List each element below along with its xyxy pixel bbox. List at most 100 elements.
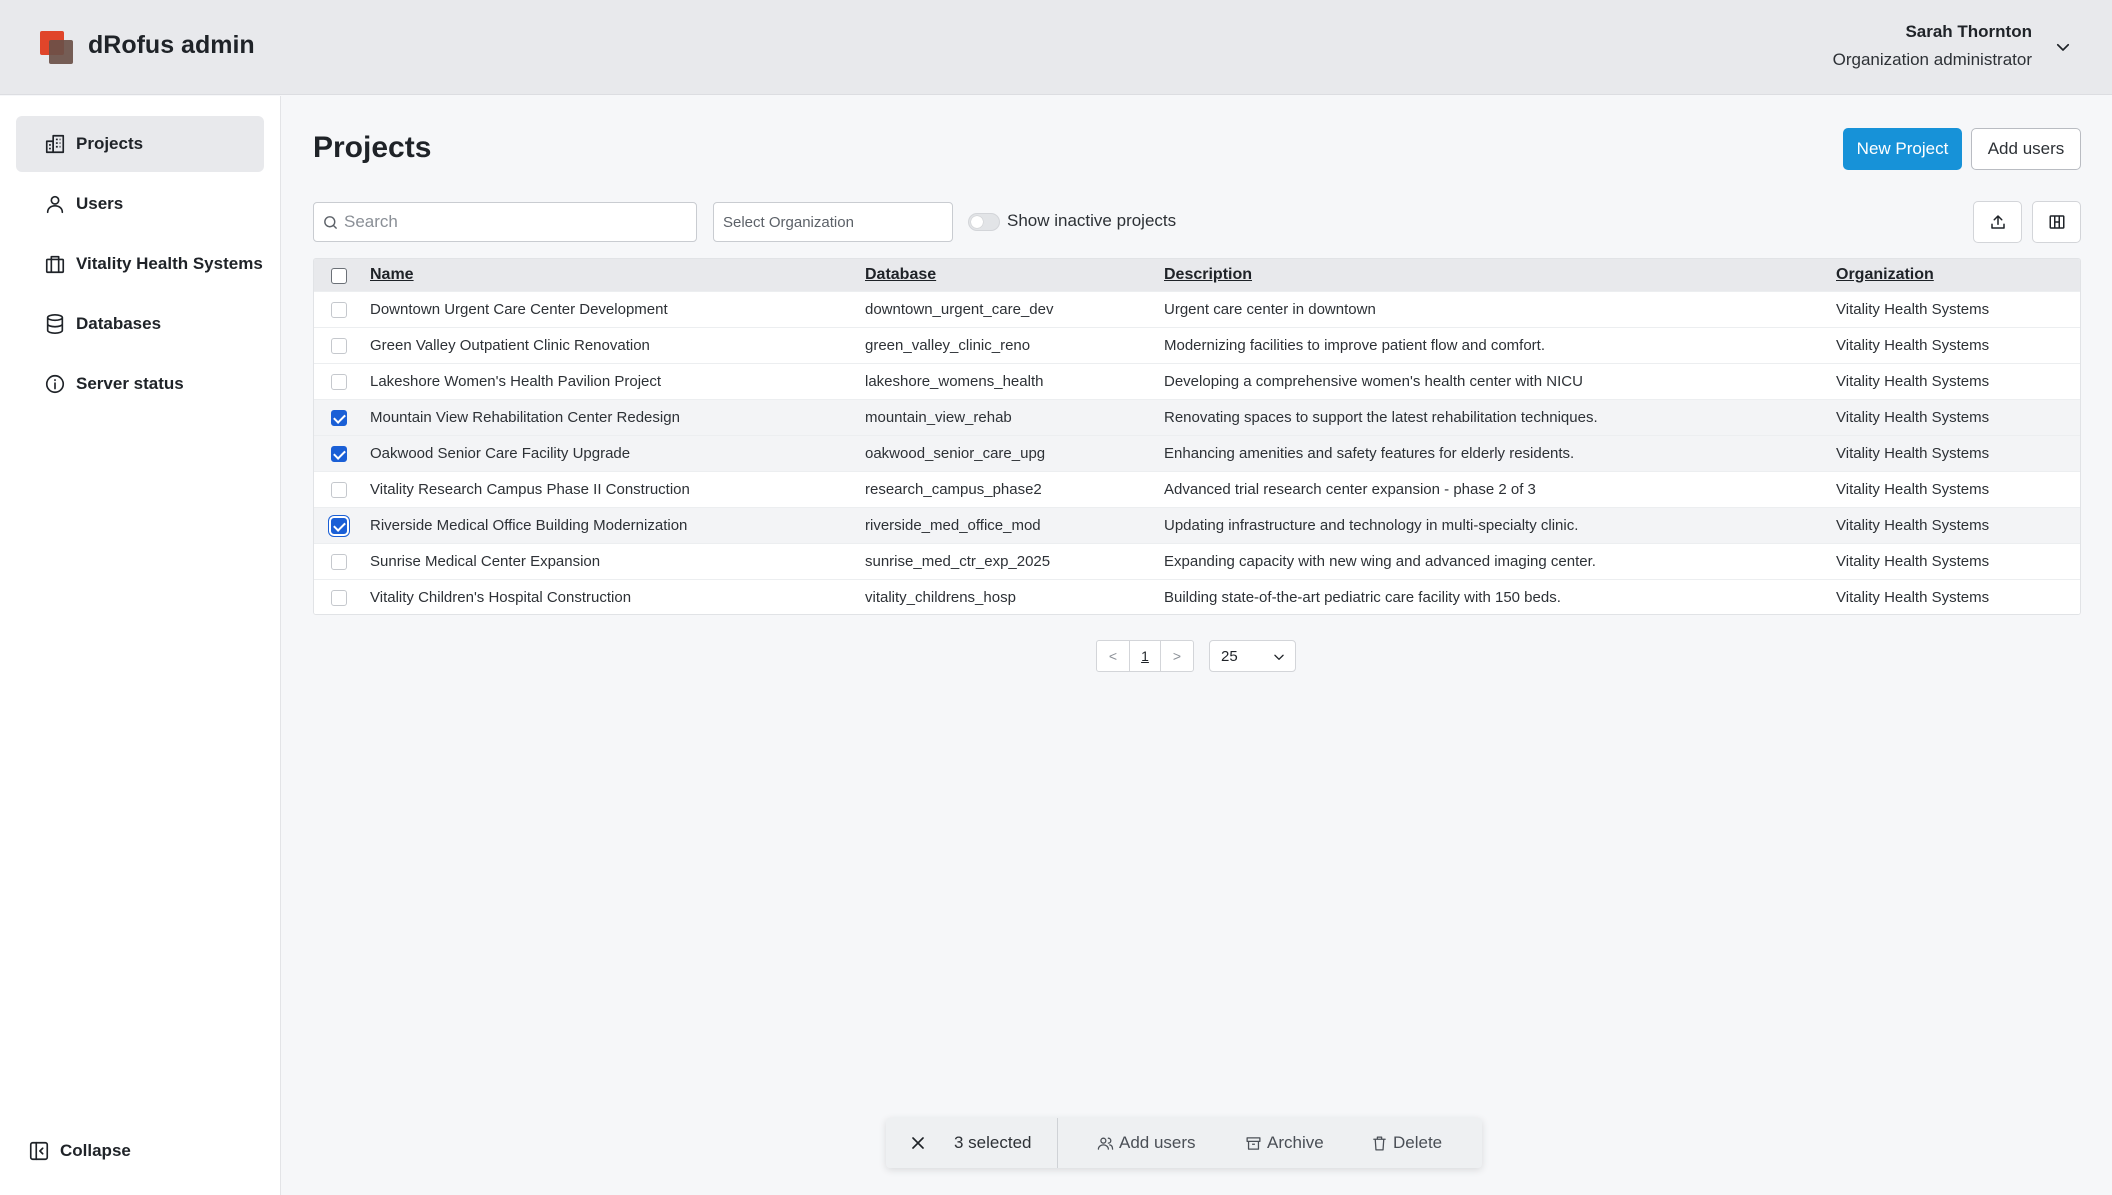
cell-organization: Vitality Health Systems bbox=[1836, 589, 1990, 606]
cell-database: riverside_med_office_mod bbox=[865, 517, 1041, 534]
sidebar-item-label: Databases bbox=[76, 314, 162, 333]
page-number[interactable]: 1 bbox=[1129, 641, 1161, 671]
row-checkbox[interactable] bbox=[331, 554, 347, 570]
cell-organization: Vitality Health Systems bbox=[1836, 337, 1990, 354]
bulk-archive-button[interactable]: Archive bbox=[1245, 1133, 1324, 1153]
add-users-button[interactable]: Add users bbox=[1971, 128, 2081, 170]
search-icon bbox=[324, 216, 337, 229]
column-header-description[interactable]: Description bbox=[1164, 266, 1252, 284]
info-icon bbox=[45, 374, 65, 394]
sidebar-item-organization[interactable]: Vitality Health Systems bbox=[16, 236, 264, 292]
search-box bbox=[313, 202, 697, 242]
column-header-database[interactable]: Database bbox=[865, 266, 936, 284]
cell-description: Updating infrastructure and technology i… bbox=[1164, 517, 1579, 534]
table-row[interactable]: Downtown Urgent Care Center Development d… bbox=[314, 291, 2080, 327]
cell-name: Oakwood Senior Care Facility Upgrade bbox=[370, 445, 631, 462]
column-header-organization[interactable]: Organization bbox=[1836, 266, 1934, 284]
row-checkbox[interactable] bbox=[331, 482, 347, 498]
upload-icon bbox=[1990, 215, 2005, 229]
table-row[interactable]: Lakeshore Women's Health Pavilion Projec… bbox=[314, 363, 2080, 399]
column-settings-button[interactable] bbox=[2032, 201, 2081, 243]
collapse-button[interactable]: Collapse bbox=[28, 1140, 131, 1162]
bulk-delete-button[interactable]: Delete bbox=[1371, 1133, 1442, 1153]
user-icon bbox=[46, 195, 64, 214]
row-checkbox[interactable] bbox=[331, 374, 347, 390]
export-button[interactable] bbox=[1973, 201, 2022, 243]
cell-description: Modernizing facilities to improve patien… bbox=[1164, 337, 1546, 354]
table-row[interactable]: Green Valley Outpatient Clinic Renovatio… bbox=[314, 327, 2080, 363]
cell-name: Lakeshore Women's Health Pavilion Projec… bbox=[370, 373, 662, 390]
table-row[interactable]: Vitality Children's Hospital Constructio… bbox=[314, 579, 2080, 614]
close-icon[interactable] bbox=[908, 1133, 928, 1153]
cell-name: Downtown Urgent Care Center Development bbox=[370, 301, 668, 318]
prev-page-button[interactable]: < bbox=[1097, 641, 1129, 671]
user-menu[interactable]: Sarah Thornton Organization administrato… bbox=[1833, 22, 2032, 70]
cell-description: Advanced trial research center expansion… bbox=[1164, 481, 1536, 498]
next-page-button[interactable]: > bbox=[1161, 641, 1193, 671]
cell-organization: Vitality Health Systems bbox=[1836, 445, 1990, 462]
search-input[interactable] bbox=[344, 203, 694, 241]
cell-name: Riverside Medical Office Building Modern… bbox=[370, 517, 688, 534]
select-all-checkbox[interactable] bbox=[331, 268, 347, 284]
cell-name: Vitality Children's Hospital Constructio… bbox=[370, 589, 632, 606]
selected-count: 3 selected bbox=[954, 1133, 1032, 1152]
sidebar-item-label: Server status bbox=[76, 374, 184, 393]
cell-name: Vitality Research Campus Phase II Constr… bbox=[370, 481, 690, 498]
cell-database: lakeshore_womens_health bbox=[865, 373, 1044, 390]
table-row[interactable]: Riverside Medical Office Building Modern… bbox=[314, 507, 2080, 543]
cell-description: Urgent care center in downtown bbox=[1164, 301, 1376, 318]
cell-database: research_campus_phase2 bbox=[865, 481, 1042, 498]
sidebar-item-label: Users bbox=[76, 194, 124, 213]
pagination: < 1 > bbox=[1096, 640, 1194, 672]
column-header-name[interactable]: Name bbox=[370, 266, 414, 284]
database-icon bbox=[46, 314, 64, 334]
row-checkbox[interactable] bbox=[331, 302, 347, 318]
sidebar-item-server-status[interactable]: Server status bbox=[16, 356, 264, 412]
cell-name: Sunrise Medical Center Expansion bbox=[370, 553, 601, 570]
table-row[interactable]: Vitality Research Campus Phase II Constr… bbox=[314, 471, 2080, 507]
sidebar-item-databases[interactable]: Databases bbox=[16, 296, 264, 352]
selection-action-bar: 3 selected Add users Archive Delete bbox=[886, 1118, 1482, 1168]
sidebar: Projects Users Vitality Health Systems D… bbox=[0, 96, 281, 1195]
chevron-down-icon[interactable] bbox=[2054, 38, 2072, 56]
row-checkbox[interactable] bbox=[331, 590, 347, 606]
cell-name: Green Valley Outpatient Clinic Renovatio… bbox=[370, 337, 650, 354]
organization-select[interactable]: Select Organization bbox=[713, 202, 953, 242]
show-inactive-toggle[interactable] bbox=[968, 213, 1000, 231]
cell-organization: Vitality Health Systems bbox=[1836, 301, 1990, 318]
trash-icon bbox=[1373, 1135, 1386, 1151]
cell-description: Developing a comprehensive women's healt… bbox=[1164, 373, 1583, 390]
user-role: Organization administrator bbox=[1832, 50, 2032, 69]
cell-database: green_valley_clinic_reno bbox=[865, 337, 1031, 354]
row-checkbox[interactable] bbox=[331, 338, 347, 354]
bulk-add-users-button[interactable]: Add users bbox=[1097, 1133, 1196, 1153]
row-checkbox[interactable] bbox=[331, 410, 347, 426]
briefcase-icon bbox=[45, 255, 65, 274]
cell-database: sunrise_med_ctr_exp_2025 bbox=[865, 553, 1051, 570]
table-row[interactable]: Mountain View Rehabilitation Center Rede… bbox=[314, 399, 2080, 435]
sidebar-item-projects[interactable]: Projects bbox=[16, 116, 264, 172]
show-inactive-label: Show inactive projects bbox=[1007, 211, 1177, 230]
sidebar-item-users[interactable]: Users bbox=[16, 176, 264, 232]
new-project-button[interactable]: New Project bbox=[1843, 128, 1962, 170]
table-header: Name Database Description Organization bbox=[314, 259, 2080, 291]
projects-table: Name Database Description Organization D… bbox=[313, 258, 2081, 615]
cell-name: Mountain View Rehabilitation Center Rede… bbox=[370, 409, 680, 426]
page-size-select[interactable]: 25 bbox=[1209, 640, 1296, 672]
cell-organization: Vitality Health Systems bbox=[1836, 553, 1990, 570]
sidebar-collapse-icon bbox=[29, 1141, 49, 1161]
table-row[interactable]: Sunrise Medical Center Expansion sunrise_… bbox=[314, 543, 2080, 579]
cell-database: oakwood_senior_care_upg bbox=[865, 445, 1046, 462]
columns-icon bbox=[2049, 215, 2064, 229]
cell-organization: Vitality Health Systems bbox=[1836, 517, 1990, 534]
page-size-value: 25 bbox=[1221, 648, 1238, 665]
cell-database: vitality_childrens_hosp bbox=[865, 589, 1016, 606]
row-checkbox[interactable] bbox=[331, 518, 347, 534]
cell-database: mountain_view_rehab bbox=[865, 409, 1012, 426]
table-row[interactable]: Oakwood Senior Care Facility Upgrade oakw… bbox=[314, 435, 2080, 471]
user-name: Sarah Thornton bbox=[1905, 22, 2032, 41]
archive-icon bbox=[1246, 1136, 1261, 1150]
row-checkbox[interactable] bbox=[331, 446, 347, 462]
sidebar-item-label: Projects bbox=[76, 134, 144, 153]
app-header: dRofus admin Sarah Thornton Organization… bbox=[0, 0, 2112, 95]
